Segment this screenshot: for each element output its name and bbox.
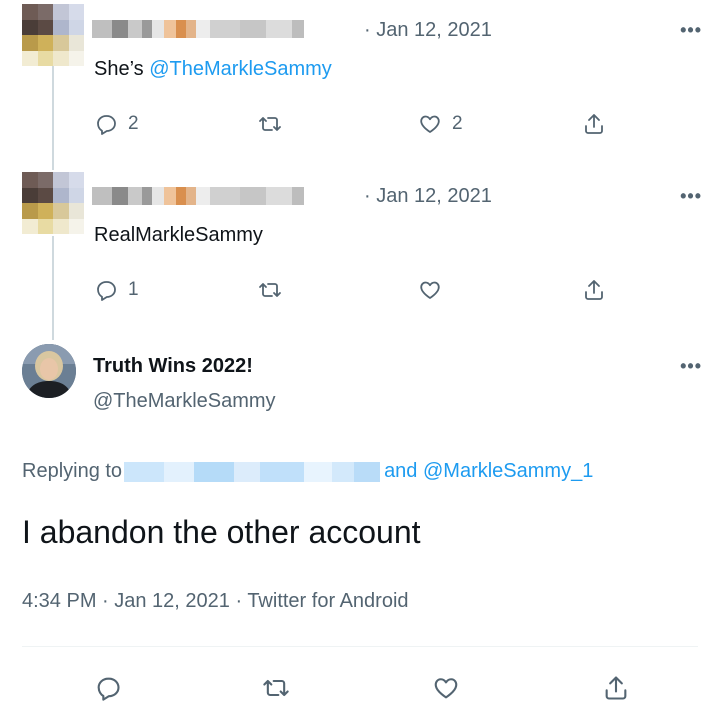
profile-photo-icon — [22, 344, 76, 398]
mention-link[interactable]: @TheMarkleSammy — [149, 58, 332, 80]
tweet-actions: 2 2 — [0, 112, 720, 142]
share-button[interactable] — [582, 278, 606, 302]
reply-button[interactable] — [94, 674, 122, 702]
share-icon — [585, 280, 603, 300]
more-icon[interactable]: ••• — [680, 186, 702, 207]
share-icon — [585, 114, 603, 134]
avatar[interactable] — [22, 172, 84, 234]
avatar[interactable] — [22, 344, 76, 398]
retweet-icon — [259, 117, 281, 131]
redacted-name — [92, 20, 304, 38]
retweet-icon — [263, 679, 289, 697]
replying-to-line: Replying to and @MarkleSammy_1 — [22, 460, 593, 483]
reply-icon — [97, 115, 116, 135]
share-icon — [605, 676, 627, 700]
share-button[interactable] — [582, 112, 606, 136]
heart-icon — [434, 678, 458, 699]
tweet-text: I abandon the other account — [22, 514, 421, 550]
retweet-button[interactable] — [258, 278, 282, 302]
retweet-icon — [259, 283, 281, 297]
retweet-button[interactable] — [258, 112, 282, 136]
like-count: 2 — [452, 113, 463, 134]
reply-count: 1 — [128, 279, 139, 300]
tweet-text: RealMarkleSammy — [94, 224, 263, 246]
mention-link[interactable]: and @MarkleSammy_1 — [384, 460, 593, 483]
like-button[interactable] — [432, 674, 460, 702]
share-button[interactable] — [602, 674, 630, 702]
redacted-mention — [124, 461, 381, 482]
tweet-actions: 1 — [0, 278, 720, 308]
tweet-text: She’s @TheMarkleSammy — [94, 58, 332, 81]
display-name[interactable]: Truth Wins 2022! — [93, 355, 253, 378]
reply-button[interactable]: 1 — [94, 278, 139, 302]
avatar[interactable] — [22, 4, 84, 66]
reply-button[interactable]: 2 — [94, 112, 139, 136]
tweet-timestamp[interactable]: · Jan 12, 2021 — [364, 185, 492, 208]
heart-icon — [420, 115, 440, 133]
like-button[interactable] — [418, 278, 442, 302]
tweet-actions — [0, 674, 720, 704]
retweet-button[interactable] — [262, 674, 290, 702]
tweet-text-prefix: She’s — [94, 58, 150, 80]
reply-count: 2 — [128, 113, 139, 134]
like-button[interactable]: 2 — [418, 112, 463, 136]
redacted-name — [92, 187, 304, 205]
reply-icon — [97, 281, 116, 301]
heart-icon — [420, 281, 440, 299]
replying-to-label: Replying to — [22, 460, 123, 482]
reply-icon — [97, 677, 120, 701]
more-icon[interactable]: ••• — [680, 20, 702, 41]
tweet-timestamp[interactable]: · Jan 12, 2021 — [364, 19, 492, 42]
tweet-meta[interactable]: 4:34 PM · Jan 12, 2021 · Twitter for And… — [22, 590, 409, 613]
user-handle[interactable]: @TheMarkleSammy — [93, 390, 276, 413]
divider — [22, 646, 698, 647]
more-icon[interactable]: ••• — [680, 356, 702, 377]
